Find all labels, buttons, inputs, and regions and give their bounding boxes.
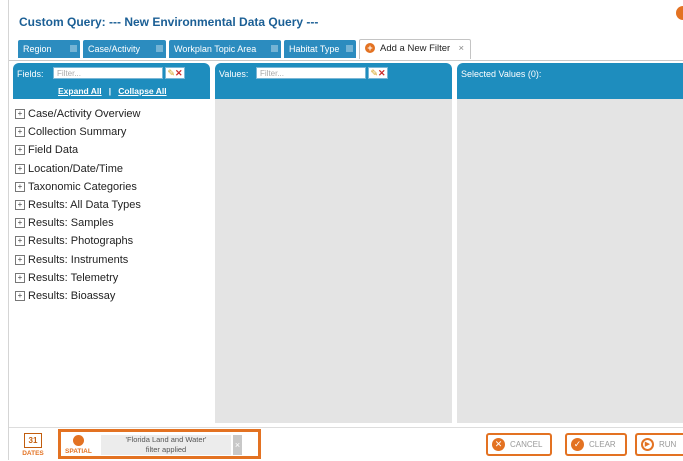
tree-item-label: Results: Samples (28, 217, 114, 230)
remove-spatial-filter-icon[interactable]: × (233, 435, 242, 455)
values-filter-actions: ✎✕ (368, 67, 388, 79)
tree-item-label: Field Data (28, 144, 79, 157)
fields-filter-input[interactable]: Filter... (53, 67, 163, 79)
tree-item[interactable]: + Case/Activity Overview (15, 106, 211, 124)
values-label: Values: (219, 69, 249, 79)
fields-tree: + Case/Activity Overview + Collection Summ… (15, 106, 211, 306)
tab-workplan-topic-area[interactable]: Workplan Topic Area (169, 40, 281, 58)
window-title: Custom Query: --- New Environmental Data… (19, 15, 319, 29)
check-icon: ✓ (571, 438, 584, 451)
tree-item[interactable]: + Results: Samples (15, 215, 211, 233)
cancel-icon: ✕ (492, 438, 505, 451)
plus-box-icon[interactable]: + (15, 218, 25, 229)
tree-item[interactable]: + Location/Date/Time (15, 161, 211, 179)
close-icon[interactable] (156, 45, 163, 52)
tree-item-label: Case/Activity Overview (28, 108, 141, 120)
tree-item[interactable]: + Results: Instruments (15, 252, 211, 270)
fields-label: Fields: (17, 69, 44, 79)
selected-values-label: Selected Values (0): (461, 69, 542, 79)
tree-item-label: Results: Bioassay (28, 289, 116, 302)
plus-box-icon[interactable]: + (15, 109, 25, 120)
spatial-filter-status: filter applied (145, 445, 187, 454)
tree-item[interactable]: + Collection Summary (15, 124, 211, 142)
expand-all-link[interactable]: Expand All (58, 86, 102, 96)
pencil-icon[interactable]: ✎ (167, 68, 175, 78)
spatial-filter-note: 'Florida Land and Water' filter applied (101, 435, 231, 455)
tab-case-activity[interactable]: Case/Activity (83, 40, 166, 58)
plus-box-icon[interactable]: + (15, 163, 25, 174)
collapse-all-link[interactable]: Collapse All (118, 86, 166, 96)
calendar-icon: 31 (24, 433, 42, 448)
values-filter-input[interactable]: Filter... (256, 67, 366, 79)
tree-item-label: Taxonomic Categories (28, 180, 137, 193)
plus-box-icon[interactable]: + (15, 236, 25, 247)
clear-button[interactable]: ✓ CLEAR (565, 433, 627, 456)
globe-icon (72, 435, 84, 446)
tree-item[interactable]: + Taxonomic Categories (15, 179, 211, 197)
dates-label: DATES (22, 450, 44, 457)
run-icon: ▶ (641, 438, 654, 451)
tree-item-label: Collection Summary (28, 126, 127, 139)
tree-item[interactable]: + Field Data (15, 142, 211, 160)
tree-item-label: Results: Telemetry (28, 271, 119, 284)
spatial-button[interactable]: SPATIAL (65, 434, 92, 455)
values-panel-header: Values: Filter... ✎✕ (215, 63, 452, 99)
tree-item-label: Results: Instruments (28, 253, 129, 266)
tree-item-label: Results: All Data Types (28, 198, 141, 211)
tree-item[interactable]: + Results: All Data Types (15, 197, 211, 215)
tab-label: Add a New Filter (380, 43, 451, 54)
pencil-icon[interactable]: ✎ (370, 68, 378, 78)
values-list[interactable] (215, 99, 452, 423)
run-button[interactable]: ▶ RUN (635, 433, 683, 456)
plus-box-icon[interactable]: + (15, 272, 25, 283)
plus-box-icon[interactable]: + (15, 145, 25, 156)
query-window: Custom Query: --- New Environmental Data… (8, 0, 683, 461)
tab-habitat-type[interactable]: Habitat Type (284, 40, 356, 58)
plus-box-icon[interactable]: + (15, 127, 25, 138)
title-bar: Custom Query: --- New Environmental Data… (9, 0, 683, 38)
tab-region[interactable]: Region (18, 40, 80, 58)
cancel-label: CANCEL (510, 440, 543, 449)
tab-add-new-filter[interactable]: + Add a New Filter × (359, 39, 471, 59)
link-separator: | (108, 86, 112, 96)
spatial-filter-name: 'Florida Land and Water' (125, 435, 207, 444)
plus-circle-icon: + (365, 43, 375, 54)
x-icon[interactable]: ✕ (175, 68, 183, 78)
close-icon[interactable]: × (458, 40, 464, 58)
tree-item[interactable]: + Results: Photographs (15, 233, 211, 251)
tree-item[interactable]: + Results: Bioassay (15, 288, 211, 306)
expand-collapse-links: Expand All | Collapse All (58, 86, 167, 96)
dates-button[interactable]: 31 DATES (22, 433, 44, 457)
spatial-label: SPATIAL (65, 448, 92, 455)
clear-label: CLEAR (589, 440, 616, 449)
close-icon[interactable] (70, 45, 77, 52)
fields-filter-actions: ✎✕ (165, 67, 185, 79)
tree-item[interactable]: + Results: Telemetry (15, 270, 211, 288)
plus-box-icon[interactable]: + (15, 290, 25, 301)
plus-box-icon[interactable]: + (15, 254, 25, 265)
selected-values-list[interactable] (457, 99, 683, 423)
tab-label: Region (23, 44, 52, 54)
corner-badge-icon[interactable] (676, 6, 683, 20)
close-icon[interactable] (346, 45, 353, 52)
tab-label: Habitat Type (289, 44, 340, 54)
run-label: RUN (659, 440, 677, 449)
spatial-filter[interactable]: SPATIAL 'Florida Land and Water' filter … (58, 429, 261, 459)
filter-tabs: Region Case/Activity Workplan Topic Area… (9, 38, 683, 61)
cancel-button[interactable]: ✕ CANCEL (486, 433, 552, 456)
selected-panel-header: Selected Values (0): (457, 63, 683, 99)
x-icon[interactable]: ✕ (378, 68, 386, 78)
bottom-toolbar: 31 DATES SPATIAL 'Florida Land and Water… (9, 427, 683, 461)
tab-label: Workplan Topic Area (174, 44, 257, 54)
tree-item-label: Results: Photographs (28, 235, 134, 248)
close-icon[interactable] (271, 45, 278, 52)
plus-box-icon[interactable]: + (15, 200, 25, 211)
tree-item-label: Location/Date/Time (28, 162, 123, 175)
plus-box-icon[interactable]: + (15, 181, 25, 192)
fields-panel-header: Fields: Filter... ✎✕ Expand All | Collap… (13, 63, 210, 99)
tab-label: Case/Activity (88, 44, 141, 54)
